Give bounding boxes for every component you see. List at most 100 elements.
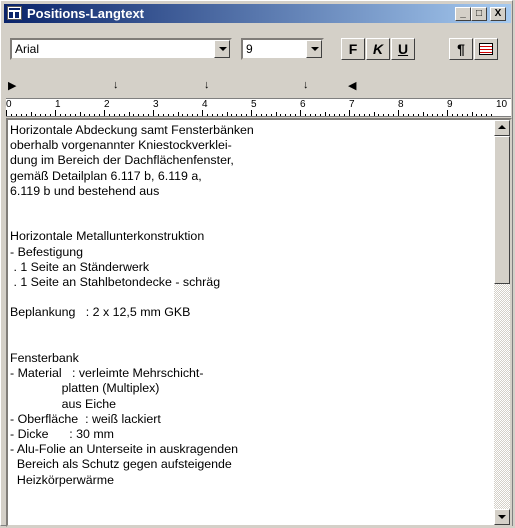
tab-stop-marker[interactable]: ↓: [204, 79, 210, 91]
text-line[interactable]: Heizkörperwärme: [10, 473, 488, 488]
ruler-tick: [432, 114, 434, 116]
text-line[interactable]: - Befestigung: [10, 245, 488, 260]
tab-stop-marker[interactable]: ↓: [303, 79, 309, 91]
text-line[interactable]: Horizontale Abdeckung samt Fensterbänken: [10, 123, 488, 138]
ruler-tick: [84, 114, 86, 116]
text-line[interactable]: Beplankung : 2 x 12,5 mm GKB: [10, 305, 488, 320]
scroll-up-button[interactable]: [494, 120, 510, 136]
text-line[interactable]: - Material : verleimte Mehrschicht-: [10, 366, 488, 381]
text-line[interactable]: [10, 214, 488, 229]
text-line[interactable]: - Dicke : 30 mm: [10, 427, 488, 442]
font-family-select[interactable]: Arial: [10, 38, 232, 60]
ruler-tick: [231, 114, 233, 116]
ruler-tick: [456, 114, 458, 116]
italic-button[interactable]: K: [366, 38, 390, 60]
ruler-tick: [59, 114, 61, 116]
maximize-button[interactable]: □: [471, 7, 487, 21]
ruler-tick: [383, 114, 385, 116]
ruler-tick: [481, 114, 483, 116]
ruler-tick: [182, 114, 184, 116]
text-line[interactable]: oberhalb vorgenannter Kniestockverklei-: [10, 138, 488, 153]
ruler-tick: [319, 114, 321, 116]
font-size-dropdown-button[interactable]: [306, 40, 322, 58]
text-line[interactable]: Bereich als Schutz gegen aufsteigende: [10, 457, 488, 472]
ruler-tick: [64, 114, 66, 116]
text-line[interactable]: . 1 Seite an Stahlbetondecke - schräg: [10, 275, 488, 290]
ruler-tick: [265, 114, 267, 116]
ruler-tick: [393, 114, 395, 116]
scroll-down-button[interactable]: [494, 509, 510, 525]
text-line[interactable]: . 1 Seite an Ständerwerk: [10, 260, 488, 275]
ruler-tick: [177, 112, 179, 116]
scrollbar-thumb[interactable]: [494, 136, 510, 284]
ruler-tick: [466, 114, 468, 116]
ruler-tick: [69, 114, 71, 116]
window-title: Positions-Langtext: [27, 6, 145, 21]
ruler-tick: [353, 114, 355, 116]
minimize-button[interactable]: _: [455, 7, 471, 21]
font-family-value: Arial: [15, 42, 40, 56]
ruler-tick: [309, 114, 311, 116]
text-line[interactable]: [10, 336, 488, 351]
ruler-tick: [79, 112, 81, 116]
right-indent-marker[interactable]: ◀: [348, 79, 356, 92]
ruler-tick: [143, 114, 145, 116]
title-bar[interactable]: Positions-Langtext _ □ X: [4, 4, 511, 23]
ruler-tick: [148, 114, 150, 116]
ruler-tick: [153, 110, 154, 116]
ruler-tick: [35, 114, 37, 116]
text-line[interactable]: platten (Multiplex): [10, 381, 488, 396]
ruler-number: 10: [496, 99, 508, 110]
vertical-scrollbar[interactable]: [494, 120, 510, 525]
text-line[interactable]: [10, 199, 488, 214]
text-line[interactable]: 6.119 b und bestehend aus: [10, 184, 488, 199]
ruler-tick: [358, 114, 360, 116]
text-line[interactable]: Fensterbank: [10, 351, 488, 366]
ruler-tick: [255, 114, 257, 116]
show-formatting-button[interactable]: ¶: [449, 38, 473, 60]
window-icon[interactable]: [7, 6, 22, 20]
ruler-tick: [94, 114, 96, 116]
close-button[interactable]: X: [490, 7, 506, 21]
underline-button[interactable]: U: [391, 38, 415, 60]
ruler-tick: [236, 114, 238, 116]
font-size-select[interactable]: 9: [241, 38, 324, 60]
ruler-tick: [363, 114, 365, 116]
text-line[interactable]: dung im Bereich der Dachflächenfenster,: [10, 153, 488, 168]
ruler-tick: [412, 114, 414, 116]
ruler-tick: [45, 114, 47, 116]
tab-ruler[interactable]: ▶ ↓ ↓ ↓ ◀: [6, 79, 511, 93]
text-line[interactable]: gemäß Detailplan 6.117 b, 6.119 a,: [10, 169, 488, 184]
editor-text[interactable]: Horizontale Abdeckung samt Fensterbänken…: [10, 123, 488, 488]
text-line[interactable]: - Oberfläche : weiß lackiert: [10, 412, 488, 427]
ruler-tick: [138, 114, 140, 116]
bold-button[interactable]: F: [341, 38, 365, 60]
left-indent-marker[interactable]: ▶: [8, 79, 16, 92]
ruler-tick: [373, 112, 375, 116]
ruler-tick: [471, 112, 473, 116]
ruler-tick: [128, 112, 130, 116]
ruler-tick: [74, 114, 76, 116]
text-line[interactable]: [10, 321, 488, 336]
ruler-tick: [378, 114, 380, 116]
ruler-tick: [123, 114, 125, 116]
long-text-editor[interactable]: Horizontale Abdeckung samt Fensterbänken…: [6, 118, 512, 527]
font-family-dropdown-button[interactable]: [214, 40, 230, 58]
ruler-tick: [270, 114, 272, 116]
ruler-tick: [187, 114, 189, 116]
text-line[interactable]: - Alu-Folie an Unterseite in auskragende…: [10, 442, 488, 457]
ruler-tick: [451, 114, 453, 116]
ruler-tick: [407, 114, 409, 116]
tab-stop-marker[interactable]: ↓: [113, 79, 119, 91]
ruler-tick: [417, 114, 419, 116]
table-button[interactable]: [474, 38, 498, 60]
font-size-value: 9: [246, 42, 253, 56]
ruler-tick: [20, 114, 22, 116]
ruler-tick: [427, 114, 429, 116]
ruler-tick: [133, 114, 135, 116]
ruler-tick: [221, 114, 223, 116]
text-line[interactable]: Horizontale Metallunterkonstruktion: [10, 229, 488, 244]
text-line[interactable]: [10, 290, 488, 305]
ruler-tick: [192, 114, 194, 116]
text-line[interactable]: aus Eiche: [10, 397, 488, 412]
